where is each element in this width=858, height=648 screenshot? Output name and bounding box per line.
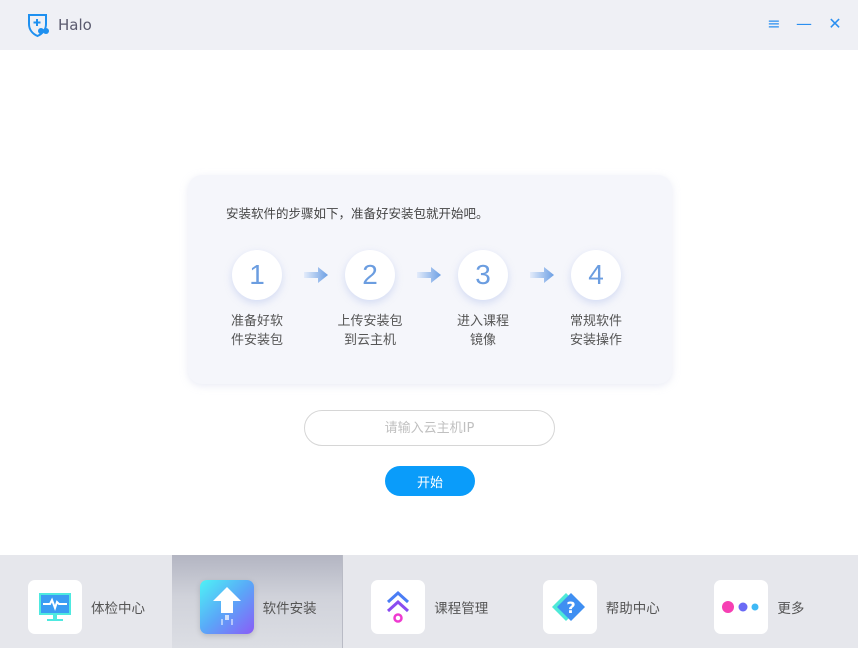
- close-button[interactable]: ✕: [826, 15, 844, 33]
- step-label: 准备好软: [230, 314, 283, 329]
- step-label: 安装操作: [569, 333, 622, 348]
- menu-button[interactable]: ≡: [765, 15, 783, 33]
- nav-item-course-management[interactable]: 课程管理: [343, 555, 515, 648]
- step-number: 4: [571, 250, 621, 300]
- step-label: 件安装包: [230, 333, 283, 348]
- host-ip-input[interactable]: [304, 410, 555, 446]
- svg-text:?: ?: [566, 598, 575, 617]
- nav-label: 软件安装: [262, 601, 317, 617]
- step-label: 进入课程: [456, 314, 509, 329]
- step-1: 1 准备好软件安装包: [212, 250, 302, 350]
- nav-label: 课程管理: [434, 601, 489, 617]
- nav-item-help-center[interactable]: ? 帮助中心: [515, 555, 687, 648]
- step-2: 2 上传安装包到云主机: [325, 250, 415, 350]
- nav-label: 体检中心: [91, 601, 145, 617]
- step-label: 镜像: [469, 333, 496, 348]
- upload-arrow-icon: [212, 587, 241, 625]
- halo-logo-icon: [28, 14, 49, 38]
- start-button[interactable]: 开始: [385, 466, 475, 496]
- step-number: 1: [232, 250, 282, 300]
- nav-label: 帮助中心: [605, 601, 660, 617]
- steps-card: 安装软件的步骤如下，准备好安装包就开始吧。 1 准备好软件安装包 2 上传安装包…: [188, 175, 672, 384]
- step-label: 上传安装包: [337, 314, 403, 329]
- nav-item-health-check[interactable]: 体检中心: [0, 555, 172, 648]
- step-3: 3 进入课程镜像: [438, 250, 528, 350]
- question-diamond-icon: ?: [551, 593, 585, 621]
- nav-item-software-install[interactable]: 软件安装: [171, 555, 344, 648]
- nav-label: 更多: [777, 601, 805, 617]
- double-chevron-up-icon: [387, 590, 410, 623]
- app-title: Halo: [58, 16, 92, 34]
- dots-icon: [722, 601, 759, 613]
- title-bar: Halo ≡ — ✕: [0, 0, 858, 50]
- monitor-heartbeat-icon: [39, 593, 71, 621]
- intro-text: 安装软件的步骤如下，准备好安装包就开始吧。: [226, 206, 489, 221]
- step-4: 4 常规软件安装操作: [551, 250, 641, 350]
- step-number: 3: [458, 250, 508, 300]
- step-number: 2: [345, 250, 395, 300]
- nav-item-more[interactable]: 更多: [686, 555, 858, 648]
- step-label: 常规软件: [569, 314, 622, 329]
- step-label: 到云主机: [343, 333, 396, 348]
- minimize-button[interactable]: —: [795, 15, 813, 33]
- bottom-nav: 体检中心 软件安装 课程管理 ? 帮助中心 更多: [0, 555, 858, 648]
